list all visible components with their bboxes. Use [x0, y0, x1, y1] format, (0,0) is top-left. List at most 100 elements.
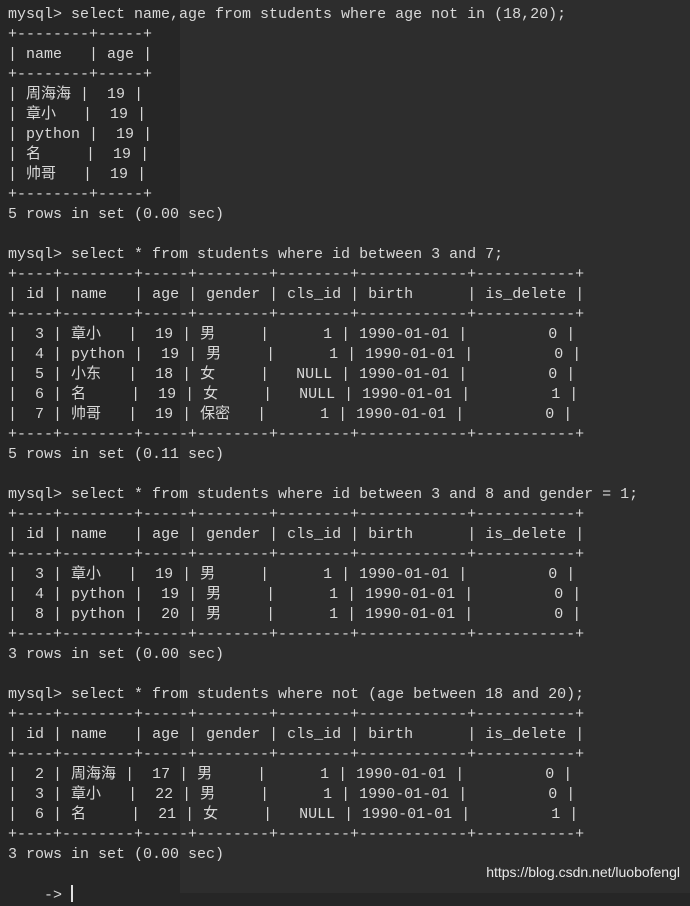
table-row: | 名 | 19 |	[8, 145, 638, 165]
border: |	[182, 566, 192, 583]
border: |	[8, 166, 18, 183]
border: |	[257, 406, 267, 423]
table-row: | 8 | python | 20 | 男 | 1 | 1990-01-01 |…	[8, 605, 638, 625]
column-header: gender	[197, 286, 270, 303]
table-cell: 章小	[17, 106, 84, 123]
table-cell: python	[17, 126, 90, 143]
border: |	[260, 566, 270, 583]
border: |	[134, 606, 144, 623]
border: |	[53, 286, 63, 303]
table-row: | 3 | 章小 | 19 | 男 | 1 | 1990-01-01 | 0 |	[8, 565, 638, 585]
table-cell: 19	[137, 566, 183, 583]
border: |	[8, 126, 18, 143]
table-cell: 19	[89, 86, 135, 103]
table-row: | 帅哥 | 19 |	[8, 165, 638, 185]
border: |	[53, 566, 63, 583]
border: |	[89, 126, 99, 143]
border: |	[458, 786, 468, 803]
border: |	[461, 386, 471, 403]
table-border: +----+--------+-----+--------+--------+-…	[8, 626, 585, 643]
border: |	[341, 326, 351, 343]
table-row: | 5 | 小东 | 18 | 女 | NULL | 1990-01-01 | …	[8, 365, 638, 385]
table-cell: 1990-01-01	[350, 566, 459, 583]
prompt: mysql>	[8, 686, 72, 703]
border: |	[575, 286, 585, 303]
border: |	[8, 406, 18, 423]
border: |	[137, 166, 147, 183]
border: |	[188, 606, 198, 623]
column-header: birth	[359, 286, 468, 303]
border: |	[53, 586, 63, 603]
table-cell: 1990-01-01	[356, 586, 465, 603]
column-header: is_delete	[476, 286, 576, 303]
table-cell: 男	[197, 346, 267, 363]
prompt: mysql>	[8, 6, 72, 23]
input-line: ->	[8, 885, 638, 905]
table-row: | 7 | 帅哥 | 19 | 保密 | 1 | 1990-01-01 | 0 …	[8, 405, 638, 425]
border: |	[53, 526, 63, 543]
border: |	[134, 346, 144, 363]
table-cell: 男	[191, 786, 261, 803]
table-cell: 0	[464, 406, 564, 423]
table-cell: 0	[473, 346, 573, 363]
watermark: https://blog.csdn.net/luobofengl	[486, 864, 680, 880]
table-cell: 1	[269, 786, 342, 803]
table-cell: 19	[95, 146, 141, 163]
table-cell: 1990-01-01	[356, 606, 465, 623]
table-cell: 1990-01-01	[356, 346, 465, 363]
border: |	[269, 726, 279, 743]
border: |	[338, 406, 348, 423]
table-cell: 6	[17, 806, 54, 823]
border: |	[341, 566, 351, 583]
border: |	[266, 586, 276, 603]
border: |	[185, 386, 195, 403]
column-header: age	[98, 46, 144, 63]
table-cell: 1990-01-01	[347, 406, 456, 423]
text-cursor	[71, 885, 74, 902]
border: |	[566, 366, 576, 383]
result-footer: 3 rows in set (0.00 sec)	[8, 646, 225, 663]
table-cell: 女	[194, 386, 264, 403]
table-cell: 1	[269, 326, 342, 343]
table-cell: python	[62, 346, 135, 363]
column-header: cls_id	[278, 726, 351, 743]
border: |	[8, 606, 18, 623]
border: |	[350, 526, 360, 543]
table-border: +----+--------+-----+--------+--------+-…	[8, 506, 585, 523]
table-cell: 3	[17, 326, 54, 343]
sql-command: select name,age from students where age …	[71, 6, 567, 23]
table-cell: 1	[275, 606, 348, 623]
border: |	[179, 766, 189, 783]
table-row: | 2 | 周海海 | 17 | 男 | 1 | 1990-01-01 | 0 …	[8, 765, 638, 785]
border: |	[128, 366, 138, 383]
table-cell: 1	[470, 806, 570, 823]
table-cell: 1990-01-01	[347, 766, 456, 783]
border: |	[188, 586, 198, 603]
table-cell: 22	[137, 786, 183, 803]
table-cell: 男	[197, 606, 267, 623]
border: |	[563, 406, 573, 423]
table-border: +----+--------+-----+--------+--------+-…	[8, 426, 585, 443]
column-header: birth	[359, 526, 468, 543]
mysql-terminal[interactable]: mysql> select name,age from students whe…	[8, 5, 638, 905]
table-cell: NULL	[272, 386, 345, 403]
border: |	[260, 326, 270, 343]
column-header: age	[143, 726, 189, 743]
border: |	[266, 346, 276, 363]
border: |	[131, 386, 141, 403]
border: |	[347, 586, 357, 603]
table-cell: 7	[17, 406, 54, 423]
border: |	[134, 526, 144, 543]
border: |	[575, 526, 585, 543]
table-cell: 4	[17, 586, 54, 603]
table-cell: 0	[467, 566, 567, 583]
table-cell: 19	[143, 586, 189, 603]
border: |	[569, 386, 579, 403]
border: |	[269, 286, 279, 303]
border: |	[8, 366, 18, 383]
border: |	[572, 346, 582, 363]
table-row: | 6 | 名 | 21 | 女 | NULL | 1990-01-01 | 1…	[8, 805, 638, 825]
border: |	[467, 726, 477, 743]
sql-command: select * from students where not (age be…	[71, 686, 585, 703]
table-cell: 1990-01-01	[353, 806, 462, 823]
